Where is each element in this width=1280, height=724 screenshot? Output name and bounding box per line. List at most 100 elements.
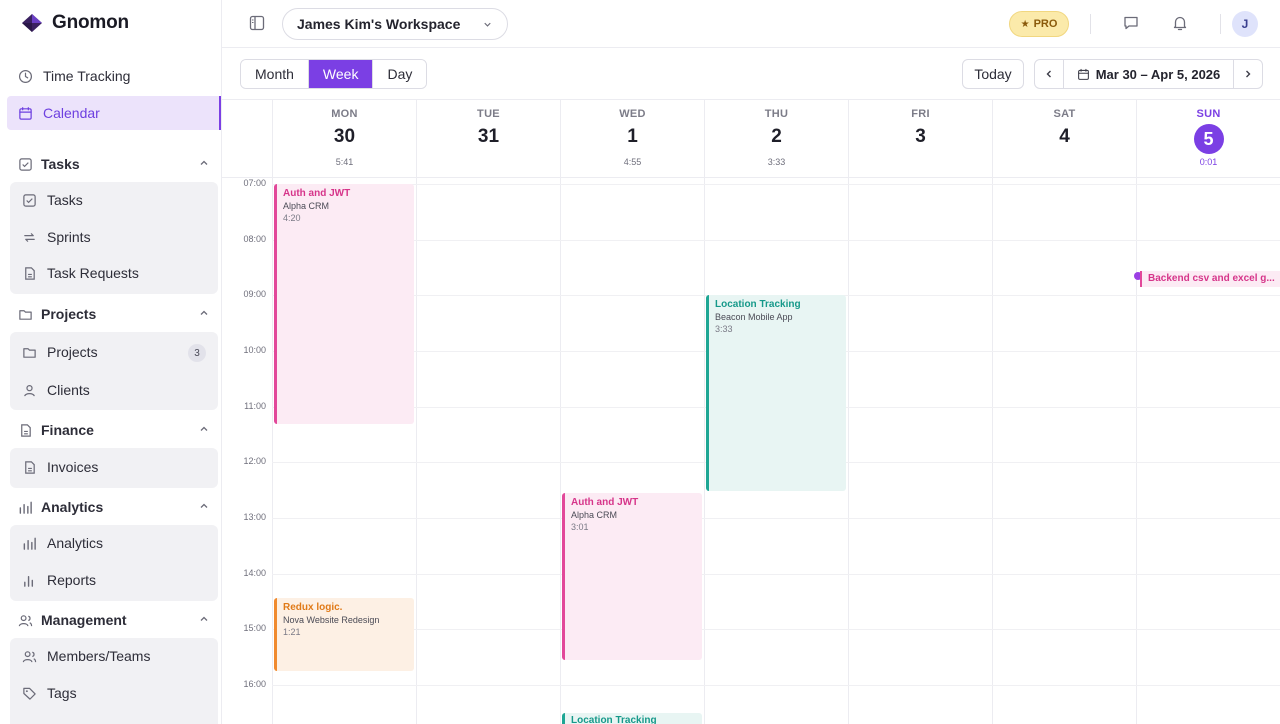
user-icon [22, 383, 37, 398]
column-divider [416, 177, 417, 724]
running-entry-title: Backend csv and excel g... [1140, 271, 1280, 287]
chevron-up-icon [200, 310, 208, 315]
projects-count-badge: 3 [188, 344, 206, 362]
bell-icon[interactable] [1171, 14, 1189, 32]
sidebar-item-label: Time Tracking [43, 68, 131, 84]
group-header-analytics[interactable]: Analytics [8, 493, 218, 521]
time-entry-event[interactable]: Auth and JWT Alpha CRM 3:01 [562, 493, 702, 660]
chevron-up-icon [200, 616, 208, 621]
folder-icon [22, 345, 37, 360]
day-header-sun[interactable]: SUN 5 0:01 [1136, 100, 1280, 177]
sidebar: Gnomon Time Tracking Calendar Tasks Task… [0, 0, 222, 724]
day-header-tue[interactable]: TUE 31 [416, 100, 560, 177]
event-duration: 1:21 [283, 627, 301, 637]
group-header-management[interactable]: Management [8, 606, 218, 634]
sidebar-item-label: Members/Teams [47, 648, 151, 664]
event-duration: 3:33 [715, 324, 733, 334]
chevron-up-icon [200, 426, 208, 431]
hour-label: 15:00 [243, 623, 266, 633]
sidebar-item-label: Tasks [47, 192, 83, 208]
users-icon [22, 649, 37, 664]
day-name: SUN [1196, 108, 1221, 120]
day-header-fri[interactable]: FRI 3 [848, 100, 992, 177]
chevron-up-icon [200, 503, 208, 508]
sidebar-item-calendar[interactable]: Calendar [7, 96, 221, 130]
folder-icon [18, 307, 33, 322]
day-header-thu[interactable]: THU 2 3:33 [704, 100, 848, 177]
sidebar-item-label: Sprints [47, 229, 91, 245]
column-divider [272, 177, 273, 724]
view-month-button[interactable]: Month [241, 60, 309, 88]
sidebar-item-task-requests[interactable]: Task Requests [10, 256, 218, 290]
tag-icon [22, 686, 37, 701]
group-items-projects: Projects 3 Clients [10, 332, 218, 410]
time-entry-event[interactable]: Location Tracking [562, 713, 702, 724]
chevron-right-icon [1246, 70, 1251, 78]
hour-label: 11:00 [244, 401, 266, 411]
previous-week-button[interactable] [1035, 60, 1063, 88]
task-check-icon [22, 193, 37, 208]
brand[interactable]: Gnomon [20, 11, 129, 35]
day-total-duration: 4:55 [623, 157, 642, 167]
view-week-button[interactable]: Week [308, 60, 374, 88]
event-project: Nova Website Redesign [283, 615, 380, 625]
sidebar-item-tags[interactable]: Tags [10, 676, 218, 710]
day-number: 30 [333, 126, 356, 147]
sidebar-item-reports[interactable]: Reports [10, 563, 218, 597]
time-entry-event[interactable]: Auth and JWT Alpha CRM 4:20 [274, 184, 414, 424]
avatar[interactable]: J [1232, 11, 1258, 37]
view-day-button[interactable]: Day [373, 60, 427, 88]
document-icon [22, 266, 37, 281]
hour-line [272, 574, 1280, 575]
hour-label: 13:00 [243, 512, 266, 522]
sidebar-item-analytics[interactable]: Analytics [10, 526, 218, 560]
group-header-projects[interactable]: Projects [8, 300, 218, 328]
group-label: Tasks [41, 156, 80, 172]
sidebar-toggle-icon[interactable] [248, 14, 266, 32]
column-divider [560, 177, 561, 724]
workspace-selector[interactable]: James Kim's Workspace [282, 8, 508, 40]
group-header-tasks[interactable]: Tasks [8, 150, 218, 178]
pro-badge[interactable]: ★ PRO [1009, 11, 1069, 37]
sidebar-item-members-teams[interactable]: Members/Teams [10, 639, 218, 673]
sidebar-item-clients[interactable]: Clients [10, 373, 218, 407]
chevron-up-icon [200, 160, 208, 165]
sidebar-item-invoices[interactable]: Invoices [10, 450, 218, 484]
sidebar-item-tasks[interactable]: Tasks [10, 183, 218, 217]
today-button[interactable]: Today [962, 59, 1024, 89]
group-header-finance[interactable]: Finance [8, 416, 218, 444]
hour-line [272, 518, 1280, 519]
day-total-duration: 0:01 [1199, 157, 1218, 167]
time-entry-event[interactable]: Redux logic. Nova Website Redesign 1:21 [274, 598, 414, 671]
date-range-picker[interactable]: Mar 30 – Apr 5, 2026 [1063, 60, 1234, 88]
time-entry-event[interactable]: Location Tracking Beacon Mobile App 3:33 [706, 295, 846, 491]
sidebar-item-label: Invoices [47, 459, 99, 475]
day-total-duration: 5:41 [335, 157, 354, 167]
sidebar-item-label: Calendar [43, 105, 100, 121]
day-name: FRI [911, 108, 930, 120]
view-switcher: Month Week Day [240, 59, 428, 89]
hour-label: 09:00 [243, 289, 266, 299]
bar-chart-icon [22, 536, 37, 551]
day-header-wed[interactable]: WED 1 4:55 [560, 100, 704, 177]
sidebar-item-label: Task Requests [47, 265, 139, 281]
column-divider [848, 177, 849, 724]
day-number: 2 [771, 126, 782, 147]
sidebar-item-sprints[interactable]: Sprints [10, 220, 218, 254]
sidebar-item-projects[interactable]: Projects 3 [10, 335, 218, 369]
column-divider [992, 177, 993, 724]
event-project: Beacon Mobile App [715, 312, 793, 322]
event-title: Location Tracking [571, 715, 657, 724]
week-calendar: MON 30 5:41 TUE 31 WED 1 4:55 THU 2 3:33… [222, 99, 1280, 724]
header-divider [1090, 14, 1091, 34]
message-icon[interactable] [1122, 14, 1140, 32]
next-week-button[interactable] [1234, 60, 1262, 88]
day-header-mon[interactable]: MON 30 5:41 [272, 100, 416, 177]
star-icon: ★ [1020, 18, 1030, 30]
day-number: 31 [477, 126, 500, 147]
running-timer-entry[interactable]: Backend csv and excel g... [1134, 270, 1280, 288]
day-header-sat[interactable]: SAT 4 [992, 100, 1136, 177]
sidebar-item-time-tracking[interactable]: Time Tracking [8, 60, 221, 92]
pro-label: PRO [1033, 18, 1058, 30]
task-check-icon [18, 157, 33, 172]
